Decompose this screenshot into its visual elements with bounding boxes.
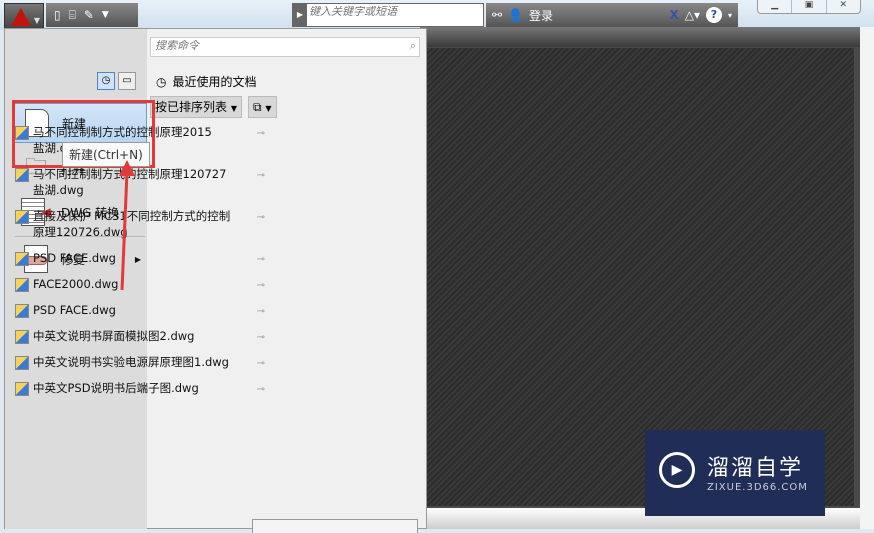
watermark-url: ZIXUE.3D66.COM (707, 482, 808, 493)
pin-icon[interactable]: ⊸ (257, 278, 265, 294)
list-item[interactable]: 直接及保护 MC31不同控制方式的控制原理120726.dwg ⊸ (15, 208, 265, 240)
dwg-file-icon (15, 382, 29, 396)
chevron-down-icon: ▼ (265, 104, 272, 113)
list-item[interactable]: 中英文说明书实验电源屏原理图1.dwg ⊸ (15, 354, 265, 370)
keyword-search: ▶ (292, 3, 484, 27)
display-mode-dropdown[interactable]: ⧉ ▼ (248, 96, 277, 118)
dwg-file-icon (15, 168, 29, 182)
file-name: PSD FACE.dwg (33, 303, 116, 317)
help-icon[interactable]: ? (705, 7, 722, 23)
command-search-input[interactable] (155, 40, 395, 52)
new-file-icon[interactable]: ▯ (54, 8, 61, 22)
chevron-down-icon: ▼ (33, 16, 40, 25)
list-item[interactable]: PSD FACE.dwg ⊸ (15, 302, 265, 318)
dwg-file-icon (15, 252, 29, 266)
list-item[interactable]: FACE2000.dwg ⊸ (15, 276, 265, 292)
quick-access-toolbar: ▯ ⌸ ✎ ▼ (46, 3, 138, 27)
list-item[interactable]: 中英文说明书屏面模拟图2.dwg ⊸ (15, 328, 265, 344)
pin-icon[interactable]: ⊸ (257, 382, 265, 398)
list-item[interactable]: 马不同控制制方式的控制原理120727盐湖.dwg ⊸ (15, 166, 265, 198)
close-button[interactable]: ✕ (827, 0, 860, 13)
list-item[interactable]: PSD FACE.dwg ⊸ (15, 250, 265, 266)
save-icon[interactable]: ✎ (84, 8, 94, 22)
dwg-file-icon (15, 210, 29, 224)
login-button[interactable]: 登录 (529, 7, 553, 24)
dwg-file-icon (15, 304, 29, 318)
exchange-icon[interactable]: X (669, 8, 678, 22)
application-menu-button[interactable]: ▼ (4, 3, 44, 29)
pin-icon[interactable]: ⊸ (257, 168, 265, 184)
pin-icon[interactable]: ⊸ (257, 356, 265, 372)
recent-documents-view-icon[interactable]: ◷ (97, 72, 115, 90)
file-name: 中英文说明书实验电源屏原理图1.dwg (33, 355, 229, 369)
minimize-button[interactable]: ▁ (758, 0, 793, 13)
command-search: ⌕ (150, 37, 420, 57)
dwg-file-icon (15, 356, 29, 370)
chevron-down-icon: ▼ (230, 104, 237, 113)
dwg-file-icon (15, 330, 29, 344)
a360-icon[interactable]: △▾ (685, 8, 700, 22)
expand-arrow-icon[interactable]: ▶ (293, 4, 307, 26)
user-icon: 👤 (508, 8, 524, 22)
workspace-header (420, 27, 860, 47)
open-documents-view-icon[interactable]: ▭ (118, 72, 136, 90)
keyword-search-input[interactable] (309, 6, 479, 18)
pin-icon[interactable]: ⊸ (257, 304, 265, 320)
dwg-file-icon (15, 278, 29, 292)
autocad-logo-icon (11, 8, 31, 26)
watermark: ▶ 溜溜自学 ZIXUE.3D66.COM (645, 430, 825, 516)
watermark-title: 溜溜自学 (707, 456, 804, 481)
pin-icon[interactable]: ⊸ (257, 330, 265, 346)
file-name: 中英文PSD说明书后端子图.dwg (33, 381, 199, 395)
exit-button[interactable] (252, 519, 418, 533)
window-edge (860, 27, 874, 529)
annotation-arrow-icon (119, 160, 135, 291)
search-icon: ⌕ (409, 39, 416, 52)
recent-documents-panel: ◷ 最近使用的文档 按已排序列表 ▼ ⧉ ▼ (150, 73, 425, 118)
list-item[interactable]: 中英文PSD说明书后端子图.dwg ⊸ (15, 380, 265, 396)
display-icons-icon: ⧉ (253, 100, 262, 114)
info-toolbar: ⚯ 👤 登录 X △▾ ? ▾ (486, 3, 738, 27)
recent-documents-title: 最近使用的文档 (172, 75, 257, 89)
pin-icon[interactable]: ⊸ (257, 126, 265, 142)
recent-documents-icon: ◷ (156, 74, 167, 89)
sort-dropdown[interactable]: 按已排序列表 ▼ (150, 96, 242, 118)
pin-icon[interactable]: ⊸ (257, 210, 265, 226)
binoculars-icon[interactable]: ⚯ (492, 8, 502, 22)
pin-icon[interactable]: ⊸ (257, 252, 265, 268)
file-name: PSD FACE.dwg (33, 251, 116, 265)
file-name: 中英文说明书屏面模拟图2.dwg (33, 329, 195, 343)
file-name: FACE2000.dwg (33, 277, 119, 291)
open-folder-icon[interactable]: ⌸ (69, 8, 76, 23)
sort-label: 按已排序列表 (155, 100, 228, 114)
play-logo-icon: ▶ (659, 452, 695, 488)
restore-button[interactable]: ▣ (792, 0, 827, 13)
customize-dropdown-icon[interactable]: ▼ (102, 10, 109, 20)
window-controls: ▁ ▣ ✕ (757, 0, 861, 14)
